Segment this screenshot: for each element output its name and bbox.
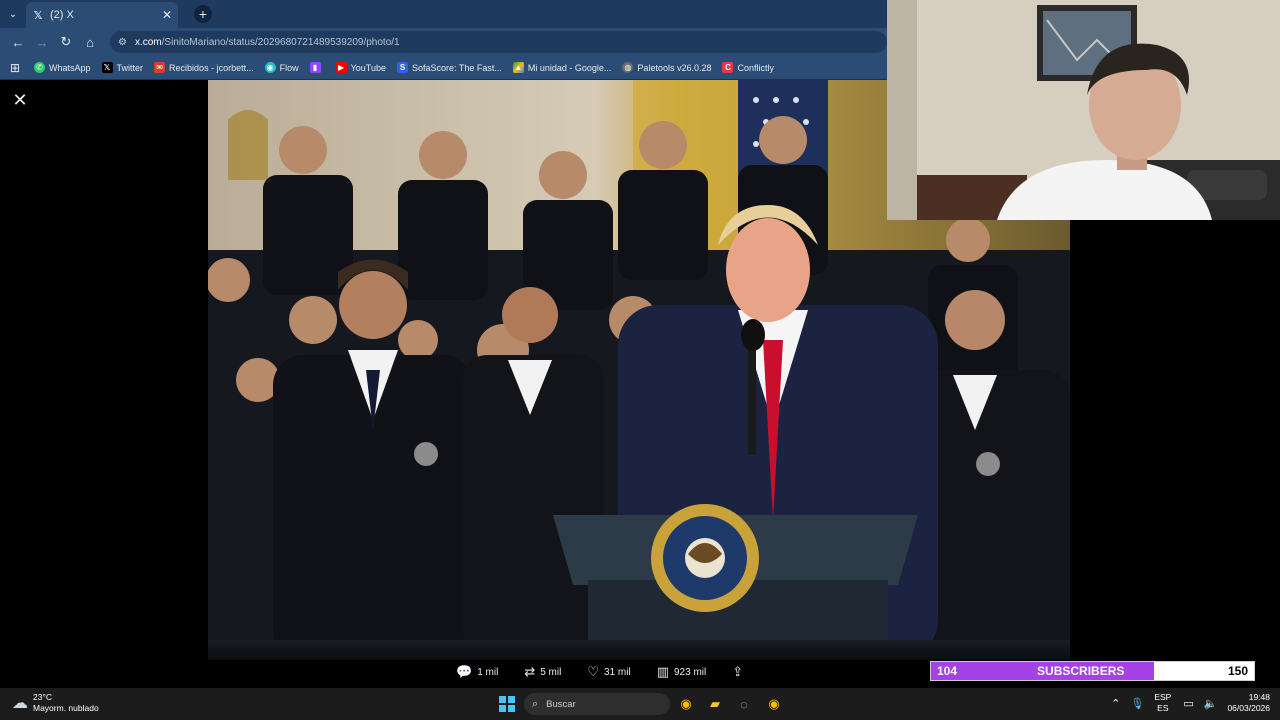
- repost-button[interactable]: ⇄ 5 mil: [524, 664, 561, 680]
- url-path: /SinitoMariano/status/202968072148953920…: [161, 36, 400, 48]
- heart-icon: ♡: [587, 664, 599, 679]
- new-tab-button[interactable]: +: [194, 5, 212, 23]
- reload-icon[interactable]: ↻: [54, 30, 78, 54]
- tab-active[interactable]: 𝕏 (2) X ✕: [26, 2, 178, 28]
- bookmark-twitch[interactable]: ▮: [309, 62, 325, 73]
- cloud-icon: ☁: [12, 695, 28, 712]
- start-button[interactable]: [499, 696, 515, 712]
- subscribers-label: SUBSCRIBERS: [1037, 664, 1125, 678]
- twitch-icon: ▮: [309, 62, 321, 73]
- browser-toolbar: ← → ↻ ⌂ ⚙ x.com /SinitoMariano/status/20…: [0, 28, 887, 56]
- bookmark-youtube[interactable]: ▶ YouTube: [335, 62, 386, 73]
- sofascore-icon: S: [396, 62, 408, 73]
- site-info-icon[interactable]: ⚙: [118, 37, 127, 48]
- conflictly-icon: C: [722, 62, 734, 73]
- network-icon[interactable]: ▭: [1183, 697, 1193, 710]
- home-icon[interactable]: ⌂: [78, 30, 102, 54]
- drive-icon: ▲: [512, 62, 524, 73]
- search-placeholder: Buscar: [546, 698, 576, 710]
- repost-icon: ⇄: [524, 664, 536, 679]
- back-arrow-icon[interactable]: ←: [6, 30, 30, 54]
- webcam-person-illustration: [887, 0, 1280, 220]
- weather-temp: 23°C: [33, 692, 52, 702]
- address-bar[interactable]: ⚙ x.com /SinitoMariano/status/2029680721…: [110, 31, 887, 53]
- x-logo-icon: 𝕏: [33, 9, 43, 22]
- views-icon: ▥: [656, 664, 669, 679]
- clock-time: 19:48: [1248, 692, 1270, 702]
- search-icon: ⌕: [532, 697, 539, 710]
- browser-tabstrip: ⌄ 𝕏 (2) X ✕ +: [0, 0, 887, 28]
- chrome-icon[interactable]: ◉: [676, 694, 696, 714]
- youtube-icon: ▶: [335, 62, 347, 73]
- file-explorer-icon[interactable]: ▰: [705, 694, 725, 714]
- taskbar-search[interactable]: ⌕ Buscar: [524, 693, 670, 715]
- forward-arrow-icon[interactable]: →: [30, 30, 54, 54]
- post-actions: 💬 1 mil ⇄ 5 mil ♡ 31 mil ▥ 923 mil ⇪: [456, 664, 774, 680]
- like-button[interactable]: ♡ 31 mil: [587, 664, 630, 680]
- webcam-overlay: [887, 0, 1280, 220]
- tab-search-chevron-icon[interactable]: ⌄: [0, 0, 26, 28]
- views-button[interactable]: ▥ 923 mil: [657, 664, 707, 680]
- subscribers-current: 104: [937, 664, 958, 678]
- bookmarks-bar: ⊞ ✆ WhatsApp 𝕏 Twitter ✉ Recibidos - jco…: [0, 56, 887, 80]
- system-tray: ⌃ 🎙 ESP ES ▭ 🔈 19:48 06/03/2026: [1111, 692, 1270, 714]
- bookmark-twitter[interactable]: 𝕏 Twitter: [101, 62, 143, 73]
- tab-close-icon[interactable]: ✕: [162, 8, 172, 22]
- share-button[interactable]: ⇪: [732, 664, 748, 680]
- whatsapp-icon: ✆: [34, 62, 45, 73]
- url-host: x.com: [134, 36, 162, 48]
- reply-button[interactable]: 💬 1 mil: [456, 664, 498, 680]
- subscribers-goal-bar: 104 SUBSCRIBERS 150: [930, 661, 1255, 681]
- bookmark-drive[interactable]: ▲ Mi unidad - Google...: [512, 62, 611, 73]
- clock[interactable]: 19:48 06/03/2026: [1227, 692, 1270, 714]
- x-logo-icon: 𝕏: [101, 62, 113, 73]
- weather-widget[interactable]: ☁ 23°C Mayorm. nublado: [12, 692, 99, 714]
- tab-title: (2) X: [50, 9, 74, 21]
- clock-date: 06/03/2026: [1227, 703, 1270, 713]
- subscribers-goal: 150: [1227, 664, 1248, 678]
- chevron-up-icon[interactable]: ⌃: [1111, 697, 1120, 710]
- volume-icon[interactable]: 🔈: [1204, 697, 1218, 710]
- microphone-icon[interactable]: 🎙: [1130, 697, 1144, 710]
- mail-icon: ✉: [154, 62, 166, 73]
- input-language[interactable]: ESP ES: [1154, 692, 1171, 714]
- share-icon: ⇪: [732, 664, 744, 679]
- weather-desc: Mayorm. nublado: [33, 703, 99, 713]
- bookmark-paletools[interactable]: ◍ Paletools v26.0.28: [622, 62, 711, 73]
- bookmark-flow[interactable]: ◉ Flow: [264, 62, 299, 73]
- media-app-icon[interactable]: ◌: [734, 694, 754, 714]
- chrome-profile-icon[interactable]: ◉: [764, 694, 784, 714]
- windows-taskbar: ☁ 23°C Mayorm. nublado ⌕ Buscar ◉ ▰ ◌ ◉ …: [0, 688, 1280, 720]
- apps-grid-icon[interactable]: ⊞: [6, 61, 24, 75]
- globe-icon: ◍: [622, 62, 634, 73]
- reply-icon: 💬: [456, 664, 473, 679]
- flow-icon: ◉: [264, 62, 276, 73]
- close-icon[interactable]: ✕: [10, 90, 30, 110]
- bookmark-whatsapp[interactable]: ✆ WhatsApp: [34, 62, 91, 73]
- bookmark-conflictly[interactable]: C Conflictly: [722, 62, 774, 73]
- bookmark-recibidos[interactable]: ✉ Recibidos - jcorbett...: [154, 62, 254, 73]
- bookmark-sofascore[interactable]: S SofaScore: The Fast...: [396, 62, 502, 73]
